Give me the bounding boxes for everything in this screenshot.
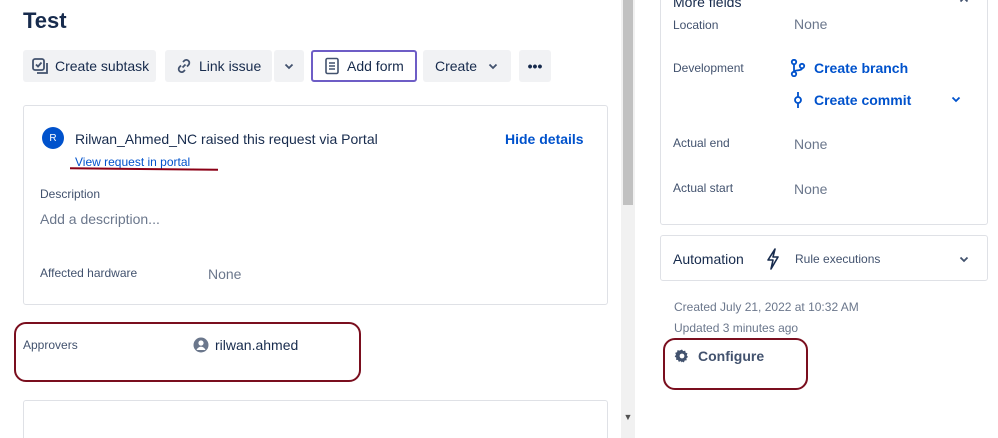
updated-timestamp: Updated 3 minutes ago (674, 321, 799, 335)
annotation-box-configure (663, 338, 808, 390)
actual-end-value[interactable]: None (794, 136, 827, 152)
reporter-avatar: R (42, 127, 64, 149)
location-label: Location (673, 18, 719, 32)
scrollbar-thumb[interactable] (623, 0, 633, 205)
hide-details-button[interactable]: Hide details (505, 131, 584, 147)
chevron-down-icon (488, 63, 498, 70)
chevron-up-icon[interactable] (958, 0, 970, 9)
create-commit-label: Create commit (814, 92, 912, 108)
annotation-box-approvers (14, 322, 361, 382)
create-dropdown-button[interactable]: Create (423, 50, 511, 82)
chevron-down-icon[interactable] (950, 92, 962, 110)
raised-via-text: raised this request via (197, 131, 342, 147)
branch-icon (790, 59, 806, 77)
location-value[interactable]: None (794, 16, 827, 32)
lightning-bolt-icon (765, 248, 781, 275)
link-issue-dropdown-button[interactable] (274, 50, 304, 82)
automation-title: Automation (673, 251, 744, 267)
add-form-button[interactable]: Add form (311, 50, 417, 82)
create-commit-link[interactable]: Create commit (790, 91, 911, 109)
description-label: Description (40, 187, 101, 201)
create-branch-label: Create branch (814, 60, 909, 76)
actual-start-value[interactable]: None (794, 181, 827, 197)
description-field[interactable]: Add a description... (40, 211, 160, 227)
add-form-label: Add form (347, 58, 404, 74)
more-fields-title[interactable]: More fields (673, 0, 741, 10)
actual-start-label: Actual start (673, 181, 734, 195)
chevron-down-icon (284, 63, 294, 70)
request-channel: Portal (341, 131, 378, 147)
subtask-icon (31, 57, 49, 75)
development-label: Development (673, 61, 744, 75)
create-subtask-label: Create subtask (55, 58, 150, 74)
issue-title[interactable]: Test (23, 8, 67, 34)
link-issue-label: Link issue (199, 58, 262, 74)
next-section-card (23, 400, 608, 438)
raised-by-text: Rilwan_Ahmed_NC raised this request via … (75, 131, 378, 147)
form-icon (323, 57, 341, 75)
created-timestamp: Created July 21, 2022 at 10:32 AM (674, 300, 859, 314)
link-icon (175, 57, 193, 75)
create-subtask-button[interactable]: Create subtask (23, 50, 156, 82)
chevron-down-icon[interactable] (958, 252, 970, 270)
actual-end-label: Actual end (673, 136, 730, 150)
more-actions-button[interactable]: ••• (519, 50, 551, 82)
link-issue-button[interactable]: Link issue (165, 50, 272, 82)
more-icon: ••• (527, 58, 543, 74)
scroll-down-arrow-icon[interactable]: ▼ (623, 412, 633, 422)
affected-hardware-value[interactable]: None (208, 266, 241, 282)
reporter-name[interactable]: Rilwan_Ahmed_NC (75, 131, 197, 147)
create-branch-link[interactable]: Create branch (790, 59, 908, 77)
affected-hardware-label: Affected hardware (40, 266, 138, 280)
commit-icon (790, 91, 806, 109)
rule-executions-label: Rule executions (795, 252, 881, 266)
create-label: Create (435, 58, 478, 74)
